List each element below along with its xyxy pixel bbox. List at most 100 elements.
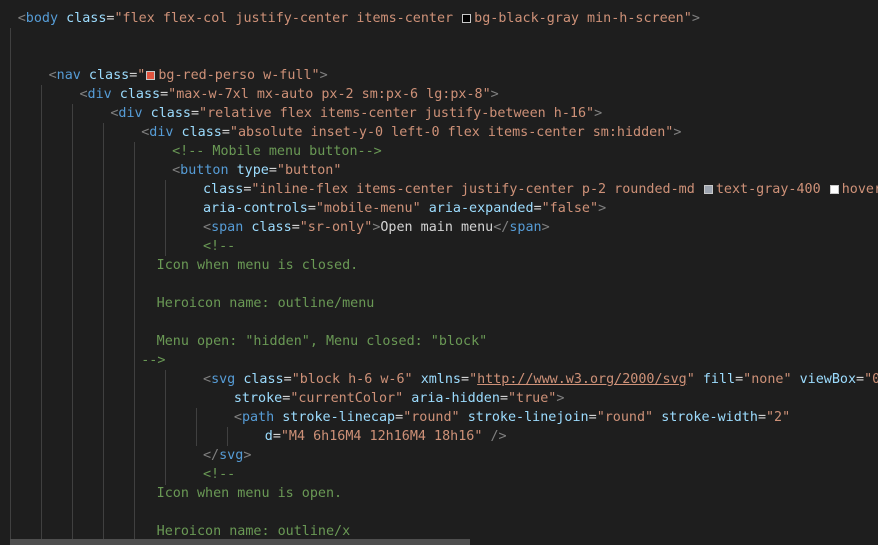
code-token-url[interactable]: http://www.w3.org/2000/svg: [477, 372, 687, 387]
code-token-attr: stroke-linecap: [282, 410, 396, 425]
code-token-bracket: </: [203, 448, 220, 463]
code-token-tag: div: [149, 125, 174, 140]
code-line[interactable]: <div class="max-w-7xl mx-auto px-2 sm:px…: [79, 85, 498, 104]
code-token-str: "round": [596, 410, 654, 425]
code-token-text: =: [291, 220, 300, 235]
code-token-text: =: [283, 372, 292, 387]
code-line[interactable]: Menu open: "hidden", Menu closed: "block…: [157, 332, 488, 351]
code-token-text: =: [307, 201, 316, 216]
code-token-tag: div: [118, 106, 143, 121]
code-token-comment: Menu open: "hidden", Menu closed: "block…: [156, 334, 488, 349]
code-line[interactable]: Heroicon name: outline/menu: [157, 294, 375, 313]
code-token-bracket: >: [598, 201, 607, 216]
code-line[interactable]: Icon when menu is closed.: [157, 256, 359, 275]
color-swatch-icon[interactable]: [462, 14, 472, 23]
color-swatch-icon[interactable]: [703, 185, 713, 194]
code-token-text: =: [190, 106, 200, 121]
code-token-bracket: <: [233, 410, 242, 425]
code-line[interactable]: Icon when menu is open.: [157, 484, 342, 503]
color-swatch-icon[interactable]: [146, 71, 156, 80]
code-token-text: =: [533, 201, 542, 216]
code-line[interactable]: <!--: [203, 465, 235, 484]
code-token-text: =: [221, 125, 230, 140]
color-swatch-icon[interactable]: [829, 185, 839, 194]
code-token-str: "absolute inset-y-0 left-0 flex items-ce…: [229, 125, 674, 140]
code-editor[interactable]: <body class="flex flex-col justify-cente…: [0, 0, 878, 545]
code-token-str: "true": [508, 391, 557, 406]
indent-guide: [41, 85, 42, 545]
code-token-comment: Heroicon name: outline/menu: [156, 296, 375, 311]
code-token-comment: Heroicon name: outline/x: [156, 524, 351, 539]
code-token-attr: stroke-linejoin: [467, 410, 589, 425]
code-token-attr: fill: [702, 372, 736, 387]
code-token-text: =: [461, 372, 470, 387]
code-token-bracket: >: [243, 448, 252, 463]
indent-guide: [165, 370, 166, 485]
code-line[interactable]: <div class="relative flex items-center j…: [110, 104, 602, 123]
code-line[interactable]: -->: [141, 351, 165, 370]
code-line[interactable]: d="M4 6h16M4 12h16M4 18h16" />: [265, 427, 507, 446]
code-token-bracket: <: [79, 87, 88, 102]
code-token-attr: class: [66, 11, 107, 26]
code-line[interactable]: class="inline-flex items-center justify-…: [203, 180, 878, 199]
code-token-comment: Icon when menu is open.: [156, 486, 343, 501]
code-line[interactable]: aria-controls="mobile-menu" aria-expande…: [203, 199, 606, 218]
code-line[interactable]: <path stroke-linecap="round" stroke-line…: [234, 408, 790, 427]
code-token-text: =: [499, 391, 508, 406]
code-line[interactable]: <span class="sr-only">Open main menu</sp…: [203, 218, 550, 237]
code-token-text: =: [856, 372, 865, 387]
code-line[interactable]: <button type="button": [172, 161, 341, 180]
code-token-text: =: [757, 410, 766, 425]
code-token-comment: <!--: [203, 239, 236, 254]
code-line[interactable]: <div class="absolute inset-y-0 left-0 fl…: [141, 123, 681, 142]
code-token-bracket: </: [493, 220, 510, 235]
code-token-bracket: >: [319, 68, 328, 83]
code-token-bracket: <: [48, 68, 57, 83]
code-token-tag: span: [509, 220, 542, 235]
code-token-str: "0 0 24: [864, 372, 878, 387]
code-token-str: "relative flex items-center justify-betw…: [199, 106, 595, 121]
code-token-attr: aria-controls: [203, 201, 308, 216]
code-token-str: "inline-flex items-center justify-center…: [251, 182, 703, 197]
horizontal-scrollbar[interactable]: [10, 539, 470, 545]
code-token-str: "2": [766, 410, 791, 425]
code-token-text: =: [268, 163, 277, 178]
code-token-text: Open main menu: [380, 220, 494, 235]
code-line[interactable]: <nav class=" bg-red-perso w-full">: [49, 66, 328, 85]
code-token-str: hover:te: [841, 182, 878, 197]
code-token-attr: class: [251, 220, 292, 235]
code-token-text: =: [272, 429, 281, 444]
code-token-comment: <!--: [203, 467, 236, 482]
code-token-text: =: [735, 372, 744, 387]
code-line[interactable]: <!--: [203, 237, 235, 256]
code-line[interactable]: stroke="currentColor" aria-hidden="true"…: [234, 389, 565, 408]
code-token-bracket: />: [490, 429, 507, 444]
code-token-str: "sr-only": [299, 220, 373, 235]
code-token-comment: -->: [141, 353, 166, 368]
code-token-attr: stroke-width: [661, 410, 758, 425]
code-token-str: ": [137, 68, 146, 83]
code-token-str: ": [686, 372, 695, 387]
code-token-text: =: [160, 87, 169, 102]
code-line[interactable]: <svg class="block h-6 w-6" xmlns="http:/…: [203, 370, 878, 389]
code-token-attr: aria-hidden: [411, 391, 500, 406]
code-line[interactable]: <!-- Mobile menu button-->: [172, 142, 382, 161]
code-token-text: =: [588, 410, 597, 425]
code-token-attr: viewBox: [799, 372, 857, 387]
code-line[interactable]: </svg>: [203, 446, 251, 465]
code-token-tag: svg: [211, 372, 236, 387]
code-token-bracket: >: [691, 11, 700, 26]
code-token-attr: d: [264, 429, 273, 444]
code-token-str: "flex flex-col justify-center items-cent…: [114, 11, 462, 26]
code-line[interactable]: <body class="flex flex-col justify-cente…: [18, 9, 700, 28]
code-token-str: "mobile-menu": [315, 201, 421, 216]
code-token-tag: nav: [56, 68, 81, 83]
